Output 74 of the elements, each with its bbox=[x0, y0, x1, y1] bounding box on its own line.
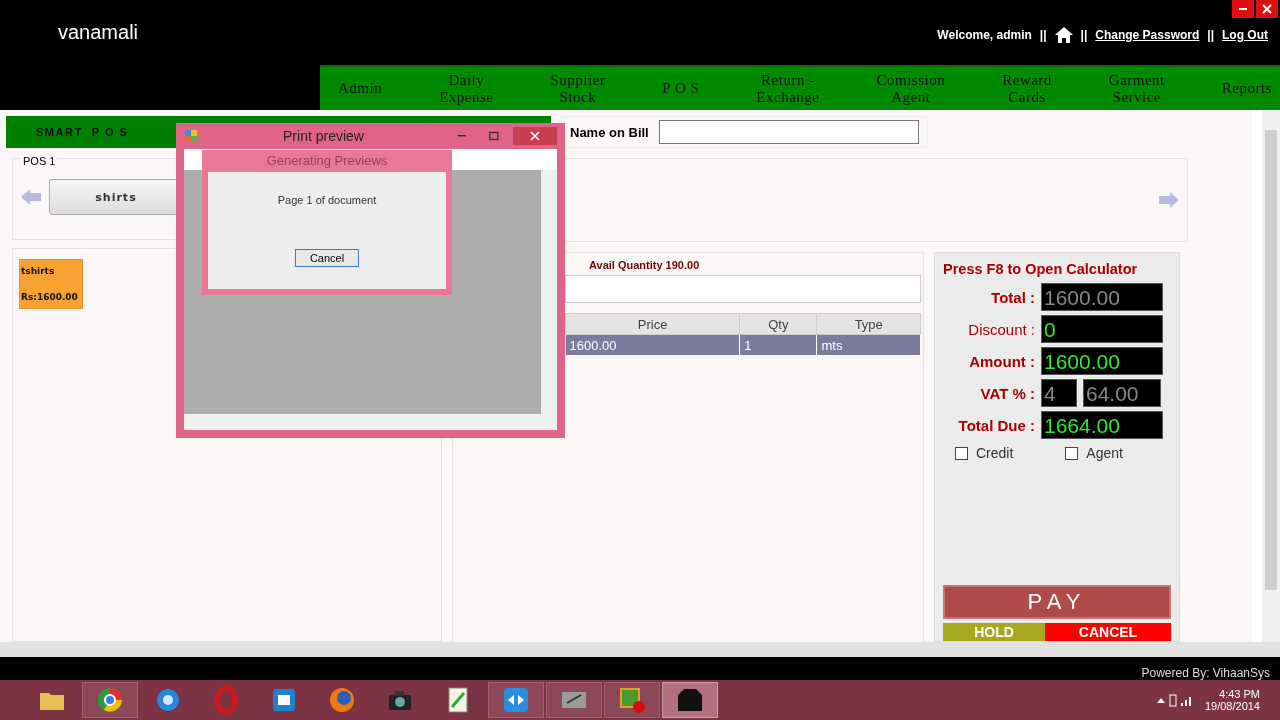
taskbar-button[interactable] bbox=[662, 682, 718, 718]
horizontal-scrollbar[interactable] bbox=[184, 414, 557, 430]
cancel-button[interactable]: Cancel bbox=[294, 249, 360, 268]
separator: || bbox=[1039, 27, 1047, 42]
hold-button[interactable]: HOLD bbox=[943, 623, 1045, 641]
close-icon bbox=[530, 131, 540, 141]
smart-pos-title: SMART P O S bbox=[36, 126, 129, 138]
close-icon bbox=[1262, 4, 1272, 14]
arrows-icon bbox=[501, 685, 531, 715]
group-title: POS 1 bbox=[21, 155, 58, 167]
welcome-text: Welcome, admin bbox=[937, 27, 1032, 42]
home-icon[interactable] bbox=[1054, 26, 1073, 43]
amount-label: VAT % : bbox=[979, 384, 1035, 402]
calculator-hint: Press F8 to Open Calculator bbox=[943, 261, 1139, 277]
column-header: Price bbox=[565, 313, 740, 335]
powered-by-text: Powered By: VihaanSys bbox=[1141, 666, 1270, 680]
name-on-bill-label: Name on Bill bbox=[570, 124, 649, 140]
nav-item[interactable]: P O S bbox=[654, 80, 708, 97]
amount-display: 1600.00 bbox=[1041, 283, 1163, 311]
avail-quantity-text: Avail Quantity 190.00 bbox=[589, 259, 701, 271]
taskbar-button[interactable] bbox=[488, 682, 544, 718]
window-title: Print preview bbox=[282, 128, 365, 144]
maximize-icon bbox=[489, 131, 499, 141]
color-wheel-icon bbox=[95, 685, 125, 715]
cancel-button[interactable]: CANCEL bbox=[1045, 623, 1171, 641]
square-badge-icon bbox=[617, 685, 647, 715]
app-logo-text: vanamali bbox=[58, 21, 139, 44]
minimize-icon bbox=[458, 135, 466, 137]
table-row[interactable]: 1600.00 1 mts bbox=[565, 334, 921, 355]
amount-display: 1600.00 bbox=[1041, 347, 1163, 375]
separator: || bbox=[1207, 27, 1214, 42]
dialog-title: Generating Previews bbox=[265, 152, 389, 170]
nav-item[interactable]: Admin bbox=[330, 80, 391, 97]
checkbox[interactable] bbox=[955, 446, 968, 460]
clock-date: 19/08/2014 bbox=[1204, 700, 1260, 712]
amount-label: Amount : bbox=[968, 352, 1035, 370]
amount-display: 0 bbox=[1041, 315, 1163, 343]
nav-item[interactable]: Reports bbox=[1213, 80, 1280, 97]
log-out-link[interactable]: Log Out bbox=[1222, 27, 1268, 42]
table-cell: 1600.00 bbox=[565, 334, 740, 355]
taskbar-button[interactable] bbox=[82, 682, 138, 718]
close-button[interactable] bbox=[513, 127, 557, 145]
checkbox-label: Agent bbox=[1086, 445, 1123, 461]
app-icon bbox=[184, 129, 198, 143]
nav-item[interactable]: Daily Expense bbox=[431, 71, 502, 106]
nav-item[interactable]: Supplier Stock bbox=[542, 71, 614, 106]
separator: || bbox=[1080, 27, 1088, 42]
nav-item[interactable]: Return - Exchange bbox=[748, 71, 828, 106]
amount-display: 64.00 bbox=[1083, 379, 1161, 407]
minimize-button[interactable] bbox=[1232, 0, 1254, 18]
name-on-bill-field[interactable] bbox=[658, 120, 919, 144]
column-header: Qty bbox=[739, 313, 817, 335]
pay-button[interactable]: PAY bbox=[943, 585, 1171, 619]
horizontal-scrollbar[interactable] bbox=[0, 642, 1280, 657]
nav-item[interactable]: Comission Agent bbox=[868, 71, 954, 106]
close-button[interactable] bbox=[1256, 0, 1278, 18]
nav-item[interactable]: Garment Service bbox=[1100, 71, 1173, 106]
item-field[interactable] bbox=[565, 275, 921, 303]
fox-globe-icon bbox=[327, 685, 357, 715]
vertical-scrollbar[interactable] bbox=[541, 170, 557, 414]
progress-message: Page 1 of document bbox=[277, 193, 377, 206]
nav-item[interactable]: Reward Cards bbox=[994, 71, 1060, 106]
column-header: Type bbox=[816, 313, 921, 335]
amount-label: Total : bbox=[990, 288, 1035, 306]
checkbox[interactable] bbox=[1065, 446, 1079, 460]
amount-label: Total Due : bbox=[957, 416, 1035, 434]
product-tile[interactable]: tshirts Rs:1600.00 bbox=[19, 259, 83, 309]
minimize-icon bbox=[1239, 8, 1247, 10]
clock-time: 4:43 PM bbox=[1219, 688, 1260, 700]
change-password-link[interactable]: Change Password bbox=[1095, 27, 1200, 42]
amount-display: 4 bbox=[1041, 379, 1077, 407]
amount-display: 1664.00 bbox=[1041, 411, 1163, 439]
amount-label: Discount : bbox=[967, 320, 1035, 338]
checkbox-label: Credit bbox=[976, 445, 1014, 461]
